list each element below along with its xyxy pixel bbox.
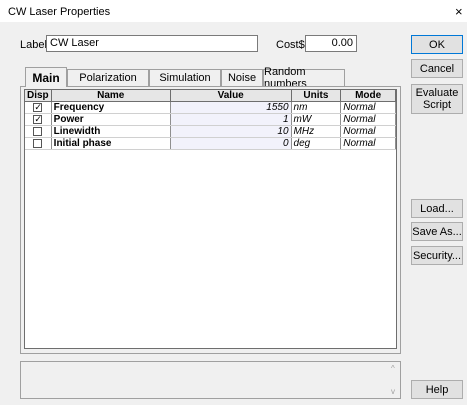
mode-cell[interactable]: Normal bbox=[340, 101, 396, 114]
units-cell[interactable]: mW bbox=[291, 113, 342, 126]
disp-cell[interactable]: ✓ bbox=[25, 101, 52, 114]
tab-main[interactable]: Main bbox=[25, 67, 67, 87]
tab-noise[interactable]: Noise bbox=[221, 69, 263, 86]
name-cell[interactable]: Frequency bbox=[51, 101, 171, 114]
mode-cell[interactable]: Normal bbox=[340, 125, 396, 138]
value-cell[interactable]: 0 bbox=[170, 137, 292, 150]
cost-input[interactable]: 0.00 bbox=[305, 35, 357, 52]
tab-strip: Main Polarization Simulation Noise Rando… bbox=[20, 66, 350, 90]
value-cell[interactable]: 1550 bbox=[170, 101, 292, 114]
table-header-row: Disp Name Value Units Mode bbox=[25, 90, 396, 102]
evaluate-script-button[interactable]: Evaluate Script bbox=[411, 84, 463, 114]
mode-cell[interactable]: Normal bbox=[340, 137, 396, 150]
scroll-up-icon[interactable]: ^ bbox=[391, 364, 395, 373]
save-as-button[interactable]: Save As... bbox=[411, 222, 463, 241]
close-icon[interactable]: × bbox=[455, 4, 463, 19]
cost-caption: Cost$: bbox=[276, 39, 308, 51]
table-row[interactable]: Initial phase 0 deg Normal bbox=[25, 137, 396, 150]
evaluate-script-label-line1: Evaluate bbox=[415, 87, 459, 99]
table-row[interactable]: ✓ Power 1 mW Normal bbox=[25, 113, 396, 126]
disp-checkbox[interactable]: ✓ bbox=[33, 102, 43, 112]
message-box: ^ v bbox=[20, 361, 401, 399]
table-row[interactable]: Linewidth 10 MHz Normal bbox=[25, 125, 396, 138]
units-cell[interactable]: nm bbox=[291, 101, 342, 114]
column-header-mode[interactable]: Mode bbox=[340, 90, 396, 102]
value-cell[interactable]: 1 bbox=[170, 113, 292, 126]
column-header-units[interactable]: Units bbox=[291, 90, 342, 102]
disp-checkbox[interactable] bbox=[33, 138, 43, 148]
disp-checkbox[interactable] bbox=[33, 126, 43, 136]
load-button[interactable]: Load... bbox=[411, 199, 463, 218]
disp-cell[interactable] bbox=[25, 137, 52, 150]
column-header-value[interactable]: Value bbox=[170, 90, 292, 102]
scroll-down-icon[interactable]: v bbox=[391, 387, 395, 396]
value-cell[interactable]: 10 bbox=[170, 125, 292, 138]
parameters-table: Disp Name Value Units Mode ✓ Frequency 155… bbox=[25, 90, 396, 150]
window-title: CW Laser Properties bbox=[8, 6, 111, 18]
tab-polarization[interactable]: Polarization bbox=[67, 69, 149, 86]
name-cell[interactable]: Linewidth bbox=[51, 125, 171, 138]
ok-button[interactable]: OK bbox=[411, 35, 463, 54]
units-cell[interactable]: deg bbox=[291, 137, 342, 150]
disp-cell[interactable] bbox=[25, 125, 52, 138]
evaluate-script-label-line2: Script bbox=[422, 99, 452, 111]
help-button[interactable]: Help bbox=[411, 380, 463, 399]
cancel-button[interactable]: Cancel bbox=[411, 59, 463, 78]
main-tab-panel: Disp Name Value Units Mode ✓ Frequency 155… bbox=[20, 86, 401, 354]
disp-cell[interactable]: ✓ bbox=[25, 113, 52, 126]
table-row[interactable]: ✓ Frequency 1550 nm Normal bbox=[25, 101, 396, 114]
units-cell[interactable]: MHz bbox=[291, 125, 342, 138]
name-cell[interactable]: Power bbox=[51, 113, 171, 126]
tab-random-numbers[interactable]: Random numbers bbox=[263, 66, 345, 90]
security-button[interactable]: Security... bbox=[411, 246, 463, 265]
parameters-grid: Disp Name Value Units Mode ✓ Frequency 155… bbox=[24, 89, 397, 349]
tab-simulation[interactable]: Simulation bbox=[149, 69, 221, 86]
label-input[interactable]: CW Laser bbox=[46, 35, 258, 52]
name-cell[interactable]: Initial phase bbox=[51, 137, 171, 150]
disp-checkbox[interactable]: ✓ bbox=[33, 114, 43, 124]
column-header-disp[interactable]: Disp bbox=[25, 90, 52, 102]
column-header-name[interactable]: Name bbox=[51, 90, 171, 102]
mode-cell[interactable]: Normal bbox=[340, 113, 396, 126]
